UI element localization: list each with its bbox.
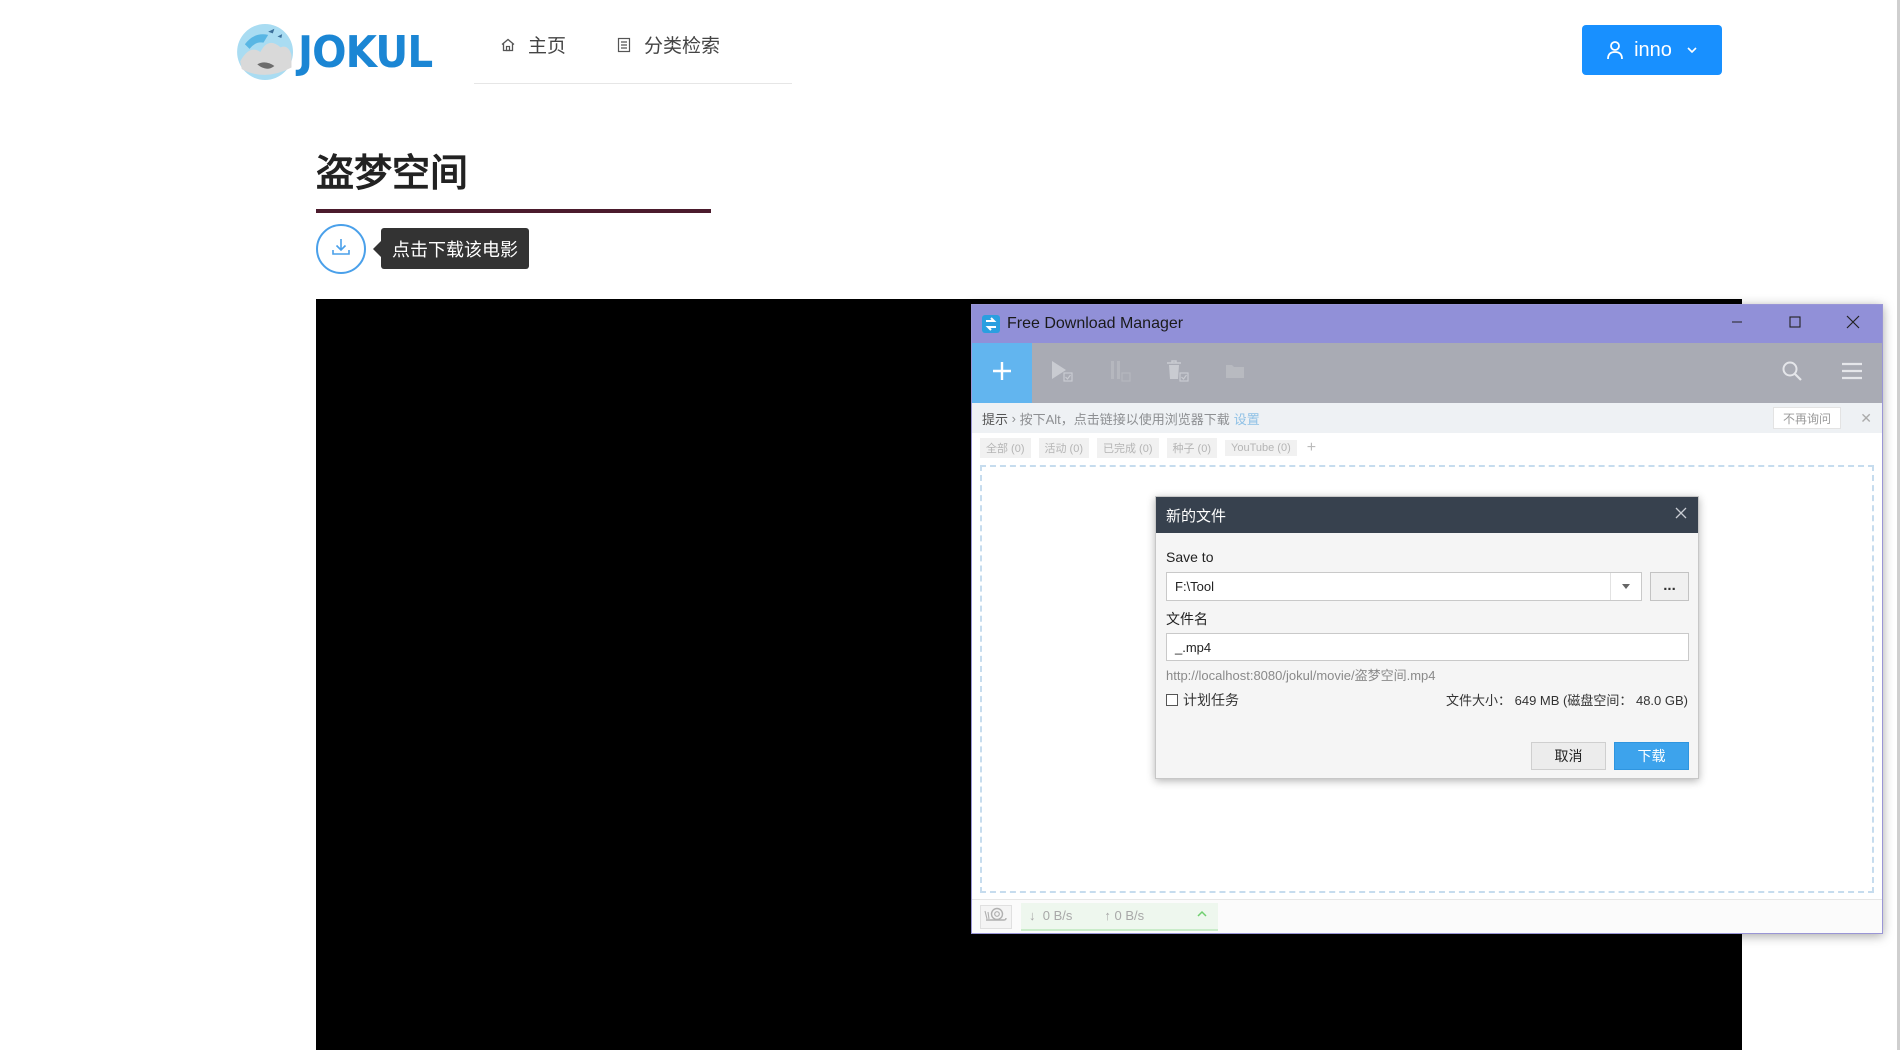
delete-button[interactable]	[1148, 343, 1206, 403]
hint-separator: ›	[1008, 410, 1020, 426]
pause-button[interactable]	[1090, 343, 1148, 403]
menu-icon	[1841, 361, 1863, 386]
filter-tabs: 全部 (0) 活动 (0) 已完成 (0) 种子 (0) YouTube (0)…	[972, 433, 1882, 463]
close-window-button[interactable]	[1824, 305, 1882, 343]
schedule-checkbox[interactable]: 计划任务	[1166, 690, 1239, 710]
fdm-window-title: Free Download Manager	[1007, 315, 1184, 332]
minimize-icon	[1731, 315, 1743, 333]
home-icon	[500, 37, 516, 53]
pause-icon	[1106, 358, 1132, 389]
chevron-up-icon	[1196, 910, 1208, 918]
dialog-title: 新的文件	[1166, 507, 1227, 525]
delete-icon	[1164, 358, 1190, 389]
nav-item-category[interactable]: 分类检索	[616, 31, 720, 58]
add-filter-icon[interactable]: +	[1307, 439, 1316, 457]
maximize-icon	[1789, 315, 1801, 333]
main-nav: 主页 分类检索	[474, 18, 792, 84]
minimize-button[interactable]	[1708, 305, 1766, 343]
resume-button[interactable]	[1032, 343, 1090, 403]
download-movie-button[interactable]	[316, 224, 366, 274]
filename-label: 文件名	[1166, 611, 1208, 627]
nav-item-label: 分类检索	[644, 36, 721, 57]
browse-folder-button[interactable]: ...	[1650, 572, 1689, 601]
hint-settings-link[interactable]: 设置	[1234, 409, 1260, 428]
title-divider	[316, 209, 711, 213]
dialog-close-icon[interactable]	[1674, 506, 1688, 520]
dialog-titlebar[interactable]: 新的文件	[1156, 497, 1698, 533]
hint-bar: 提示 › 按下Alt，点击链接以使用浏览器下载 设置 不再询问 ✕	[972, 403, 1882, 433]
filename-input[interactable]: _.mp4	[1166, 633, 1689, 661]
filter-tab-youtube[interactable]: YouTube (0)	[1225, 440, 1297, 456]
nav-item-home[interactable]: 主页	[500, 31, 566, 58]
upload-speed-value: 0 B/s	[1114, 908, 1145, 923]
filter-tab-active[interactable]: 活动 (0)	[1038, 438, 1089, 458]
main-menu-button[interactable]	[1822, 343, 1882, 403]
logo-text: JOKUL	[298, 26, 433, 78]
dont-ask-again-button[interactable]: 不再询问	[1772, 407, 1841, 429]
filter-tab-completed[interactable]: 已完成 (0)	[1097, 438, 1159, 458]
page-title: 盗梦空间	[316, 151, 469, 195]
download-icon	[330, 236, 352, 263]
logo-icon	[237, 24, 294, 80]
checkbox-icon	[1166, 694, 1178, 706]
chevron-down-icon	[1686, 46, 1698, 54]
cancel-button[interactable]: 取消	[1531, 742, 1606, 770]
save-to-label: Save to	[1166, 549, 1214, 565]
add-icon	[991, 360, 1013, 387]
download-button[interactable]: 下载	[1614, 742, 1689, 770]
file-size-info: 文件大小： 649 MB (磁盘空间： 48.0 GB)	[1446, 693, 1688, 708]
hint-close-icon[interactable]: ✕	[1860, 410, 1872, 427]
upload-speed: ↑ 0 B/s	[1104, 908, 1145, 923]
filename-value: _.mp4	[1175, 639, 1212, 655]
folder-icon	[1224, 361, 1246, 386]
save-to-select[interactable]: F:\Tool	[1166, 572, 1642, 601]
list-icon	[616, 37, 632, 53]
filter-tab-all[interactable]: 全部 (0)	[980, 438, 1031, 458]
filter-tab-torrents[interactable]: 种子 (0)	[1166, 438, 1217, 458]
speed-indicator[interactable]: ↓ 0 B/s ↑ 0 B/s	[1021, 902, 1218, 931]
open-folder-button[interactable]	[1206, 343, 1264, 403]
search-icon	[1781, 360, 1803, 387]
download-speed: ↓ 0 B/s	[1029, 908, 1073, 923]
snail-mode-button[interactable]	[980, 904, 1012, 929]
download-url: http://localhost:8080/jokul/movie/盗梦空间.m…	[1166, 668, 1436, 683]
close-icon	[1846, 315, 1860, 334]
scrollbar-thumb[interactable]	[1897, 0, 1900, 1050]
new-file-dialog: 新的文件 Save to F:\Tool ... 文件名 _.mp4 http:…	[1155, 496, 1699, 779]
hint-label: 提示	[982, 411, 1009, 427]
add-download-button[interactable]	[972, 343, 1032, 403]
status-bar: ↓ 0 B/s ↑ 0 B/s	[972, 899, 1882, 933]
fdm-titlebar[interactable]: Free Download Manager	[972, 305, 1882, 343]
fdm-app-icon	[981, 314, 1001, 334]
user-menu-button[interactable]: inno	[1582, 25, 1722, 75]
site-logo[interactable]: JOKUL	[234, 12, 444, 92]
schedule-label: 计划任务	[1183, 692, 1239, 708]
user-name: inno	[1634, 38, 1672, 61]
download-speed-value: 0 B/s	[1042, 908, 1073, 923]
resume-icon	[1048, 358, 1074, 389]
dropdown-arrow-icon	[1610, 573, 1641, 600]
search-button[interactable]	[1762, 343, 1822, 403]
hint-text: 按下Alt，点击链接以使用浏览器下载	[1019, 411, 1230, 427]
nav-item-label: 主页	[528, 36, 567, 57]
user-icon	[1606, 40, 1624, 60]
fdm-toolbar	[972, 343, 1882, 403]
save-to-value: F:\Tool	[1175, 579, 1215, 594]
maximize-button[interactable]	[1766, 305, 1824, 343]
snail-icon	[984, 906, 1008, 927]
download-tooltip: 点击下载该电影	[373, 228, 529, 269]
